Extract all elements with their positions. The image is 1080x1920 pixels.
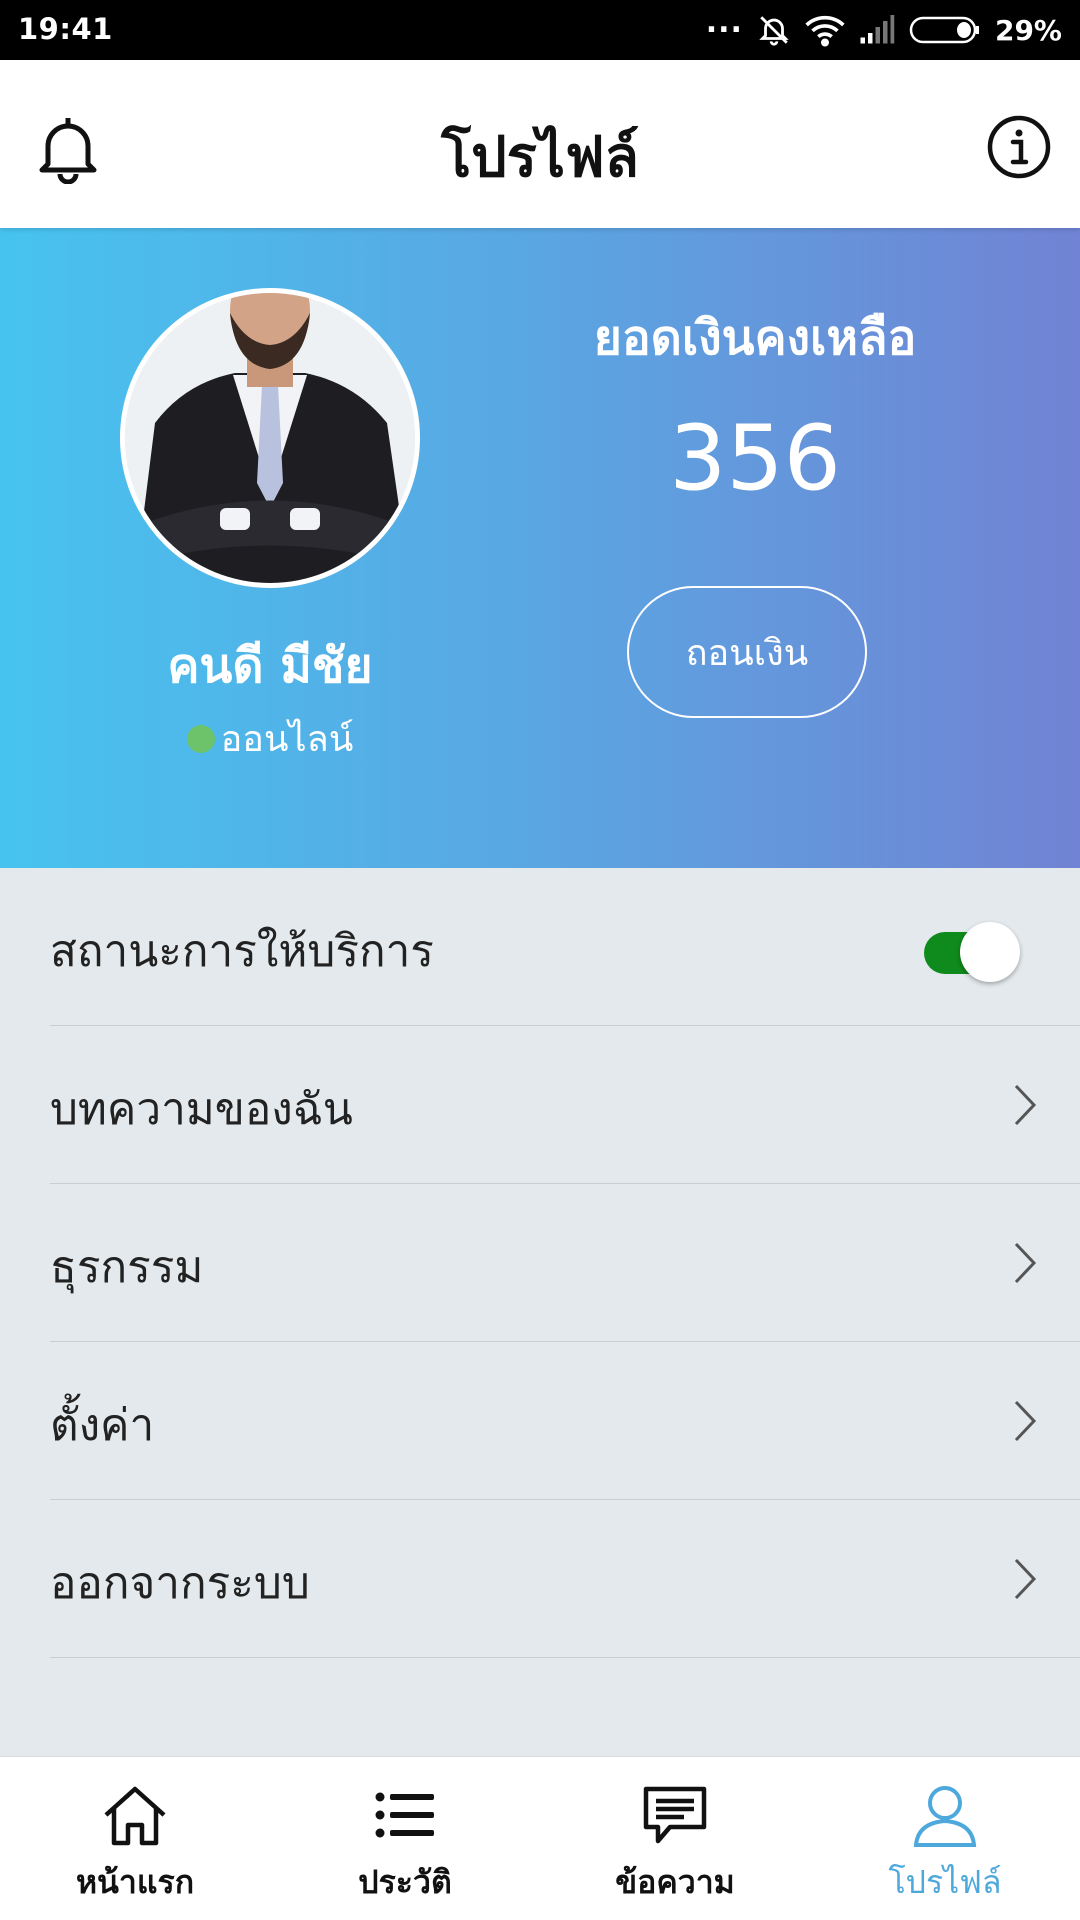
nav-item-history[interactable]: ประวัติ — [270, 1757, 540, 1920]
nav-label: ข้อความ — [615, 1863, 735, 1901]
bottom-nav: หน้าแรก ประวัติ ข้อความ โปรไฟล์ — [0, 1756, 1080, 1920]
chevron-right-icon — [1014, 1242, 1037, 1284]
page-title: โปรไฟล์ — [441, 125, 639, 190]
notifications-off-icon — [759, 16, 789, 46]
message-icon — [643, 1786, 707, 1844]
toggle-knob — [960, 922, 1020, 982]
profile-hero: คนดี มีชัย ออนไลน์ ยอดเงินคงเหลือ 356 ถอ… — [0, 228, 1080, 868]
settings-menu: สถานะการให้บริการ บทความของฉัน ธุรกรรม ต… — [0, 868, 1080, 1658]
more-dots: ... — [705, 5, 743, 40]
chevron-right-icon — [1014, 1400, 1037, 1442]
avatar — [120, 288, 420, 588]
online-status-label: ออนไลน์ — [220, 719, 354, 760]
status-bar: 19:41 ... 29% — [0, 0, 1080, 60]
app-header: โปรไฟล์ — [0, 60, 1080, 228]
info-icon[interactable] — [986, 114, 1052, 180]
nav-label: ประวัติ — [358, 1863, 452, 1901]
menu-item-my-articles[interactable]: บทความของฉัน — [50, 1026, 1080, 1184]
menu-item-settings[interactable]: ตั้งค่า — [50, 1342, 1080, 1500]
nav-item-profile[interactable]: โปรไฟล์ — [810, 1757, 1080, 1920]
status-time: 19:41 — [18, 12, 113, 46]
balance-label: ยอดเงินคงเหลือ — [593, 310, 917, 366]
withdraw-button[interactable]: ถอนเงิน — [627, 586, 867, 718]
menu-item-label: ธุรกรรม — [50, 1242, 204, 1293]
menu-item-service-status: สถานะการให้บริการ — [50, 868, 1080, 1026]
list-icon — [375, 1792, 434, 1838]
nav-item-messages[interactable]: ข้อความ — [540, 1757, 810, 1920]
menu-item-transactions[interactable]: ธุรกรรม — [50, 1184, 1080, 1342]
nav-item-home[interactable]: หน้าแรก — [0, 1757, 270, 1920]
home-icon — [104, 1786, 166, 1846]
menu-item-label: ตั้งค่า — [50, 1400, 155, 1451]
battery-percent: 29% — [994, 13, 1062, 47]
online-status: ออนไลน์ — [70, 710, 470, 767]
battery-icon — [909, 16, 979, 44]
nav-label: หน้าแรก — [75, 1863, 195, 1901]
menu-item-label: บทความของฉัน — [50, 1084, 353, 1135]
menu-item-label: ออกจากระบบ — [50, 1558, 310, 1609]
wifi-icon — [805, 15, 845, 47]
menu-item-label: สถานะการให้บริการ — [50, 926, 434, 977]
nav-label: โปรไฟล์ — [888, 1863, 1002, 1901]
chevron-right-icon — [1014, 1558, 1037, 1600]
user-icon — [913, 1786, 977, 1847]
online-dot-icon — [186, 724, 215, 753]
withdraw-button-label: ถอนเงิน — [685, 632, 809, 674]
balance-value: 356 — [669, 406, 841, 511]
user-name: คนดี มีชัย — [167, 638, 373, 694]
signal-icon — [860, 15, 895, 44]
chevron-right-icon — [1014, 1084, 1037, 1126]
status-icons: ... 29% — [705, 5, 1062, 51]
menu-item-logout[interactable]: ออกจากระบบ — [50, 1500, 1080, 1658]
service-status-toggle[interactable] — [924, 914, 1020, 982]
